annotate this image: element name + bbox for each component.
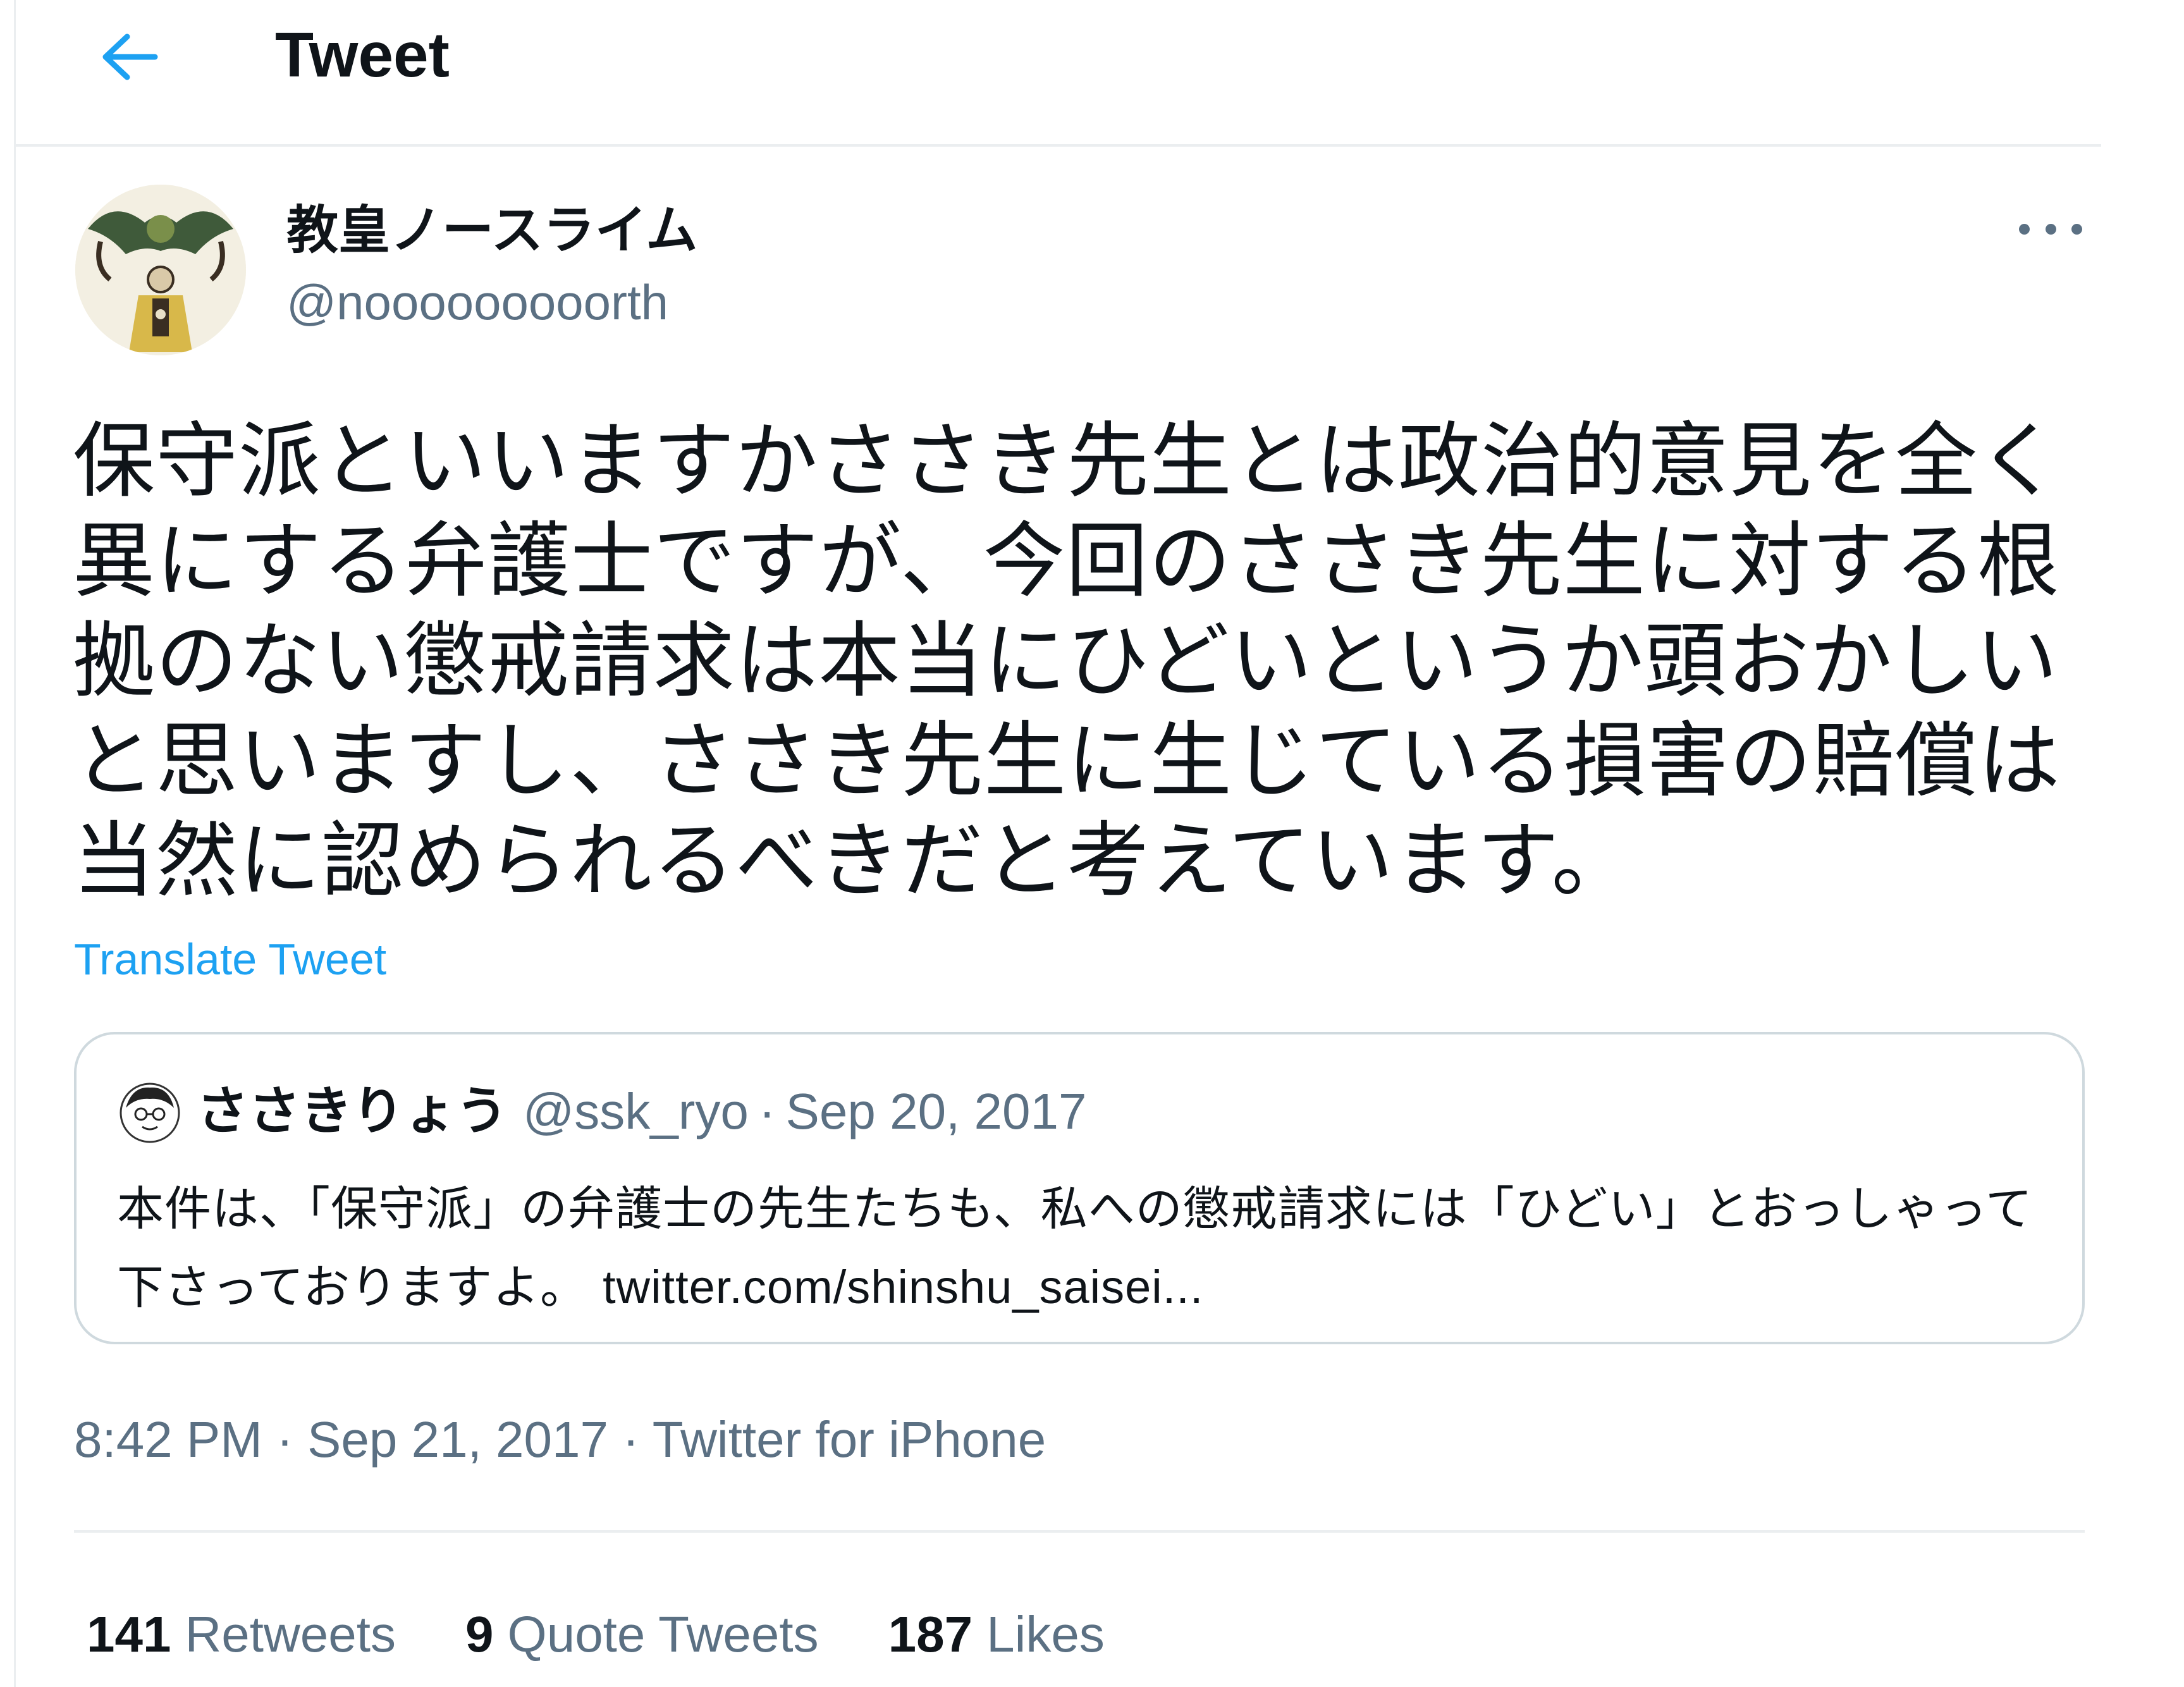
quote-tweets-count: 9	[465, 1606, 494, 1662]
tweet-time[interactable]: 8:42 PM	[74, 1411, 262, 1468]
pope-figure-avatar-icon	[75, 185, 246, 355]
timestamp-separator: ·	[276, 1411, 293, 1468]
quoted-tweet-header: ささきりょう @ssk_ryo · Sep 20, 2017	[197, 1074, 1086, 1150]
likes-stat[interactable]: 187 Likes	[888, 1600, 1105, 1669]
retweets-label: Retweets	[185, 1606, 396, 1662]
tweet-stats: 141 Retweets 9 Quote Tweets 187 Likes	[87, 1600, 1174, 1669]
tweet-text: 保守派といいますかささき先生とは政治的意見を全く異にする弁護士ですが、今回のささ…	[73, 413, 2061, 909]
quoted-author-avatar	[120, 1083, 180, 1143]
likes-count: 187	[888, 1606, 973, 1662]
translate-tweet-link[interactable]: Translate Tweet	[74, 931, 386, 988]
quoted-separator: ·	[758, 1083, 776, 1139]
page-title: Tweet	[275, 20, 450, 90]
quote-tweets-stat[interactable]: 9 Quote Tweets	[465, 1600, 819, 1669]
quoted-author-handle: @ssk_ryo	[523, 1083, 749, 1139]
top-bar: Tweet	[16, 0, 2101, 147]
more-horizontal-icon-dot	[2045, 223, 2056, 235]
back-button[interactable]	[92, 19, 168, 95]
tweet-client[interactable]: Twitter for iPhone	[653, 1411, 1046, 1468]
quoted-tweet-link[interactable]: twitter.com/shinshu_saisei...	[603, 1261, 1203, 1313]
quoted-tweet-card[interactable]: ささきりょう @ssk_ryo · Sep 20, 2017 本件は、「保守派」の弁護…	[74, 1032, 2085, 1344]
likes-label: Likes	[986, 1606, 1105, 1662]
author-display-name[interactable]: 教皇ノースライム	[286, 196, 697, 266]
timestamp-separator: ·	[622, 1411, 639, 1468]
more-horizontal-icon-dot	[2019, 223, 2030, 235]
arrow-left-icon	[102, 34, 158, 80]
quoted-author-name: ささきりょう	[197, 1081, 508, 1141]
more-options-button[interactable]	[2019, 204, 2082, 254]
retweets-stat[interactable]: 141 Retweets	[87, 1600, 396, 1669]
tweet-timestamp: 8:42 PM · Sep 21, 2017 · Twitter for iPh…	[74, 1405, 1046, 1475]
quoted-tweet-text: 本件は、「保守派」の弁護士の先生たちも、私への懲戒請求には「ひどい」とおっしゃっ…	[117, 1170, 2052, 1327]
author-avatar[interactable]	[75, 185, 246, 355]
more-horizontal-icon-dot	[2071, 223, 2082, 235]
tweet-date[interactable]: Sep 21, 2017	[307, 1411, 608, 1468]
stats-divider	[74, 1530, 2085, 1533]
quote-tweets-label: Quote Tweets	[507, 1606, 819, 1662]
tweet-detail-column: Tweet 教皇ノースライム @nooooooooorth 保守派といいますかさ…	[14, 0, 2101, 1687]
quoted-date: Sep 20, 2017	[785, 1083, 1087, 1139]
retweets-count: 141	[87, 1606, 171, 1662]
cartoon-face-avatar-icon	[120, 1083, 180, 1143]
author-handle[interactable]: @nooooooooorth	[286, 271, 668, 334]
